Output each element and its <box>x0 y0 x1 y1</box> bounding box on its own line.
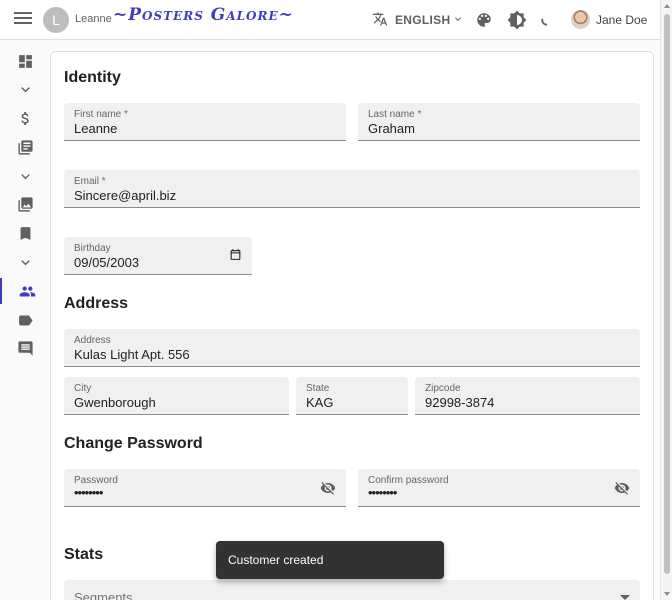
dropdown-caret-icon[interactable] <box>620 595 630 600</box>
field-value[interactable]: KAG <box>306 395 333 410</box>
label-icon <box>19 315 33 326</box>
field-label: Last name * <box>368 109 422 120</box>
page-scrollbar[interactable] <box>660 0 672 600</box>
sidebar-item-reviews[interactable] <box>0 335 50 361</box>
field-value[interactable]: Leanne <box>74 121 117 136</box>
loading-spinner-icon <box>541 18 548 26</box>
sidebar-item-segments[interactable] <box>0 307 50 333</box>
address-field[interactable]: Address Kulas Light Apt. 556 <box>64 329 640 367</box>
segments-placeholder: Segments <box>74 590 133 600</box>
chevron-down-icon <box>21 87 30 93</box>
field-label: First name * <box>74 109 128 120</box>
app-bar: L Leanne ~Posters Galore~ ENGLISH Jane D… <box>0 0 660 40</box>
people-icon <box>19 286 36 297</box>
city-field[interactable]: City Gwenborough <box>64 377 289 415</box>
segments-select[interactable]: Segments <box>64 580 640 600</box>
sidebar-item-customers[interactable] <box>0 278 50 304</box>
field-label: Email * <box>74 176 106 187</box>
confirm-password-field[interactable]: Confirm password •••••••• <box>358 469 640 507</box>
state-field[interactable]: State KAG <box>296 377 408 415</box>
brightness-icon[interactable] <box>507 10 527 30</box>
snackbar-message: Customer created <box>228 553 324 567</box>
sidebar-item-expand-sales[interactable] <box>0 76 50 102</box>
field-label: Zipcode <box>425 383 461 394</box>
sidebar-item-expand-customers[interactable] <box>0 249 50 275</box>
field-value[interactable]: •••••••• <box>74 485 103 500</box>
snackbar-notification: Customer created <box>216 541 444 579</box>
field-value[interactable]: Gwenborough <box>74 395 156 410</box>
calendar-icon[interactable] <box>229 248 242 261</box>
section-title-change-password: Change Password <box>64 435 203 452</box>
visibility-off-icon[interactable] <box>614 480 630 496</box>
sidebar-item-invoices[interactable] <box>0 134 50 160</box>
menu-icon[interactable] <box>14 12 32 28</box>
bookmark-icon <box>20 227 31 240</box>
sidebar-item-dashboard[interactable] <box>0 48 50 74</box>
sidebar <box>0 40 50 600</box>
field-value[interactable]: Sincere@april.biz <box>74 188 176 203</box>
scroll-down-arrow-icon[interactable] <box>664 592 670 596</box>
chevron-down-icon <box>21 174 30 180</box>
first-name-field[interactable]: First name * Leanne <box>64 103 346 141</box>
dashboard-icon <box>19 55 32 68</box>
zipcode-field[interactable]: Zipcode 92998-3874 <box>415 377 640 415</box>
field-label: Birthday <box>74 243 111 254</box>
avatar[interactable] <box>571 10 590 29</box>
field-label: State <box>306 383 330 394</box>
scrollbar-thumb[interactable] <box>664 14 670 574</box>
sidebar-item-orders[interactable] <box>0 105 50 131</box>
field-value[interactable]: 92998-3874 <box>425 395 494 410</box>
translate-icon[interactable] <box>372 11 388 27</box>
scroll-up-arrow-icon[interactable] <box>664 4 670 8</box>
palette-icon[interactable] <box>475 11 493 29</box>
password-field[interactable]: Password •••••••• <box>64 469 346 507</box>
library-books-icon <box>18 140 33 155</box>
section-title-address: Address <box>64 295 129 312</box>
comment-icon <box>18 341 33 356</box>
dollar-icon <box>21 112 29 125</box>
language-selector[interactable]: ENGLISH <box>395 13 450 27</box>
field-label: City <box>74 383 92 394</box>
field-value[interactable]: •••••••• <box>368 485 397 500</box>
user-name-label: Leanne <box>75 13 112 25</box>
sidebar-item-categories[interactable] <box>0 220 50 246</box>
birthday-field[interactable]: Birthday 09/05/2003 <box>64 237 252 275</box>
last-name-field[interactable]: Last name * Graham <box>358 103 640 141</box>
account-name[interactable]: Jane Doe <box>596 13 647 27</box>
chevron-down-icon <box>21 260 30 266</box>
field-value[interactable]: 09/05/2003 <box>74 255 139 270</box>
section-title-identity: Identity <box>64 69 121 86</box>
user-avatar-initial: L <box>43 7 69 33</box>
collections-icon <box>18 197 33 212</box>
field-value[interactable]: Kulas Light Apt. 556 <box>74 347 190 362</box>
visibility-off-icon[interactable] <box>320 480 336 496</box>
sidebar-item-expand-catalog[interactable] <box>0 163 50 189</box>
brand-title: ~Posters Galore~ <box>113 5 294 25</box>
field-value[interactable]: Graham <box>368 121 415 136</box>
chevron-down-icon[interactable] <box>452 13 464 25</box>
section-title-stats: Stats <box>64 546 104 563</box>
email-field[interactable]: Email * Sincere@april.biz <box>64 170 640 208</box>
field-label: Address <box>74 335 111 346</box>
sidebar-item-posters[interactable] <box>0 191 50 217</box>
